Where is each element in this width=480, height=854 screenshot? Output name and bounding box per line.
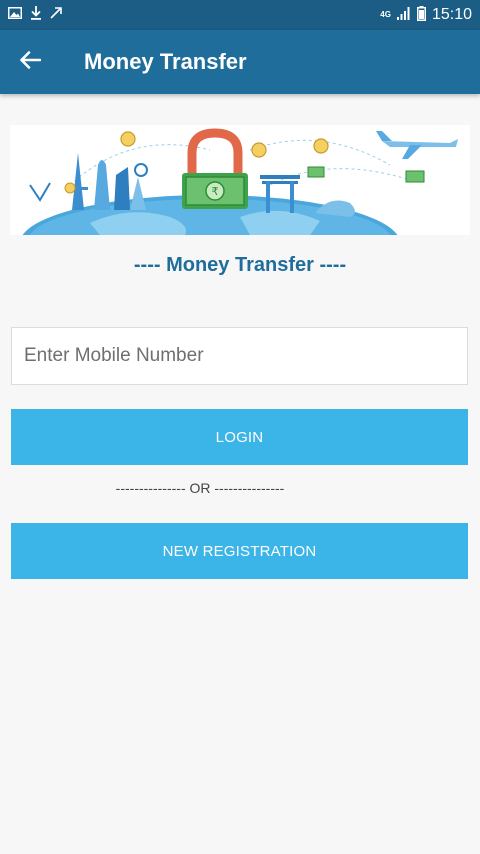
back-button[interactable] <box>0 30 60 94</box>
image-icon <box>8 6 22 24</box>
page-title: Money Transfer <box>84 49 247 74</box>
network-type: 4G <box>380 10 391 19</box>
status-notifications <box>8 5 64 25</box>
banner-illustration: ₹ <box>10 125 470 291</box>
new-registration-button[interactable]: NEW REGISTRATION <box>11 523 468 579</box>
section-title: ---- Money Transfer ---- <box>133 254 347 276</box>
or-divider: --------------- OR --------------- <box>115 480 285 496</box>
status-bar: 4G 15:10 <box>0 0 480 30</box>
clock: 15:10 <box>431 6 472 23</box>
back-arrow-icon <box>19 50 42 74</box>
status-system: 4G 15:10 <box>380 5 472 25</box>
app-bar: Money Transfer <box>0 30 480 94</box>
download-icon <box>30 5 42 25</box>
login-button[interactable]: LOGIN <box>11 409 468 465</box>
signal-bars-icon <box>396 6 411 24</box>
mobile-number-input[interactable] <box>11 327 468 385</box>
signal-arrow-icon <box>50 6 64 24</box>
svg-text:₹: ₹ <box>212 185 219 198</box>
battery-icon <box>416 5 426 25</box>
